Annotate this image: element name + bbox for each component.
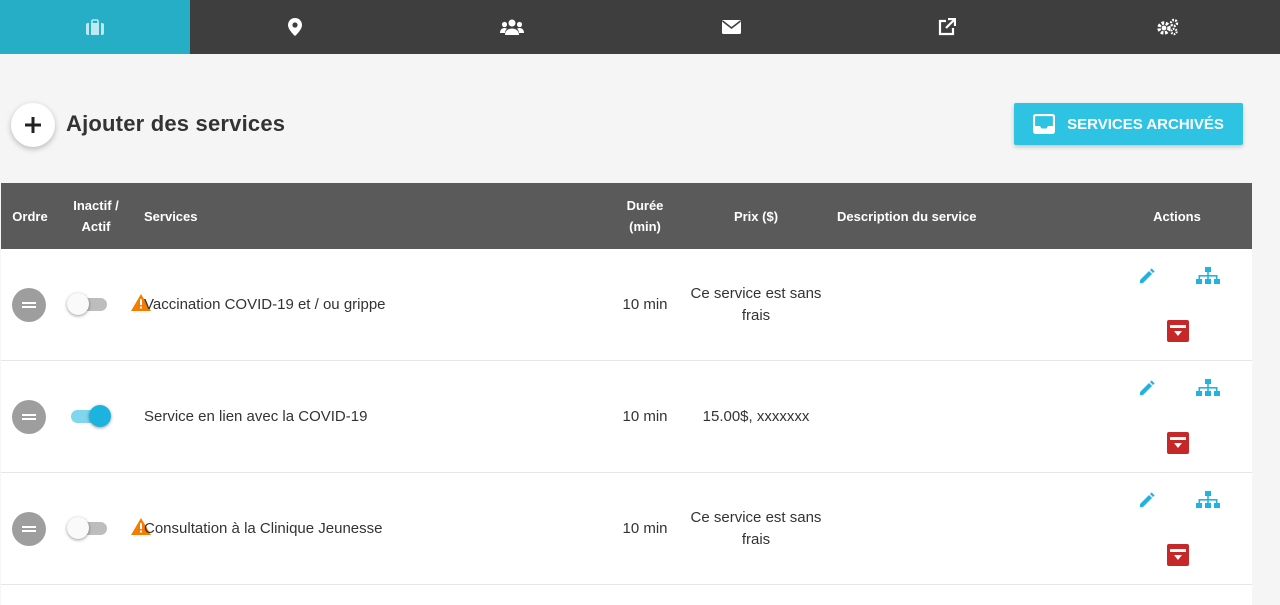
active-toggle[interactable] <box>67 517 111 539</box>
column-services: Services <box>144 208 198 224</box>
tab-settings[interactable] <box>1056 0 1280 54</box>
column-actions: Actions <box>1153 208 1201 224</box>
table-row: Vaccination COVID-19 et / ou grippe 10 m… <box>1 249 1252 361</box>
column-duration-line2: (min) <box>629 219 661 234</box>
column-order: Ordre <box>12 208 48 224</box>
add-services-title: Ajouter des services <box>66 111 286 136</box>
service-name: Service en lien avec la COVID-19 <box>144 408 368 425</box>
edit-pencil-icon[interactable] <box>1138 379 1156 397</box>
active-toggle[interactable] <box>67 405 111 427</box>
hierarchy-icon[interactable] <box>1196 379 1220 398</box>
edit-pencil-icon[interactable] <box>1138 267 1156 285</box>
archive-icon[interactable] <box>1167 544 1189 566</box>
service-name: Consultation à la Clinique Jeunesse <box>144 520 383 537</box>
tab-messages[interactable] <box>624 0 838 54</box>
active-toggle[interactable] <box>67 293 111 315</box>
drag-handle[interactable] <box>12 512 46 546</box>
service-price: 15.00$, xxxxxxx <box>702 407 810 425</box>
envelope-icon <box>721 20 741 34</box>
service-duration: 10 min <box>622 408 668 425</box>
drag-handle[interactable] <box>12 288 46 322</box>
add-service-button[interactable] <box>11 103 55 147</box>
table-header: Ordre Inactif / Actif Services Durée (mi… <box>1 183 1252 249</box>
tab-services[interactable] <box>0 0 190 54</box>
users-icon <box>500 19 524 35</box>
tab-location[interactable] <box>190 0 400 54</box>
service-duration: 10 min <box>622 296 668 313</box>
plus-icon <box>25 117 41 133</box>
column-duration: Durée (min) <box>605 183 685 249</box>
external-link-icon <box>938 18 956 36</box>
archive-icon[interactable] <box>1167 432 1189 454</box>
column-description: Description du service <box>837 208 977 224</box>
archived-services-button[interactable]: SERVICES ARCHIVÉS <box>1014 103 1243 145</box>
archive-icon[interactable] <box>1167 320 1189 342</box>
column-active-line1: Inactif / <box>73 198 119 213</box>
cogs-icon <box>1157 18 1179 36</box>
column-active-line2: Actif <box>81 219 111 234</box>
column-active: Inactif / Actif <box>63 183 129 249</box>
inbox-icon <box>1033 114 1056 134</box>
edit-pencil-icon[interactable] <box>1138 491 1156 509</box>
briefcase-icon <box>86 18 104 35</box>
hierarchy-icon[interactable] <box>1196 491 1220 510</box>
tab-users[interactable] <box>400 0 624 54</box>
drag-handle[interactable] <box>12 400 46 434</box>
tab-external-link[interactable] <box>838 0 1056 54</box>
table-row <box>1 585 1252 605</box>
column-price: Prix ($) <box>733 208 779 224</box>
service-price: Ce service est sans frais <box>690 508 822 548</box>
service-name: Vaccination COVID-19 et / ou grippe <box>144 296 386 313</box>
service-price: Ce service est sans frais <box>690 284 822 324</box>
service-duration: 10 min <box>622 520 668 537</box>
hierarchy-icon[interactable] <box>1196 267 1220 286</box>
map-marker-icon <box>288 18 302 36</box>
top-nav <box>0 0 1280 54</box>
archived-services-label: SERVICES ARCHIVÉS <box>1067 115 1224 133</box>
column-duration-line1: Durée <box>626 198 664 213</box>
table-row: Service en lien avec la COVID-19 10 min … <box>1 361 1252 473</box>
services-table: Ordre Inactif / Actif Services Durée (mi… <box>1 183 1252 605</box>
table-row: Consultation à la Clinique Jeunesse 10 m… <box>1 473 1252 585</box>
